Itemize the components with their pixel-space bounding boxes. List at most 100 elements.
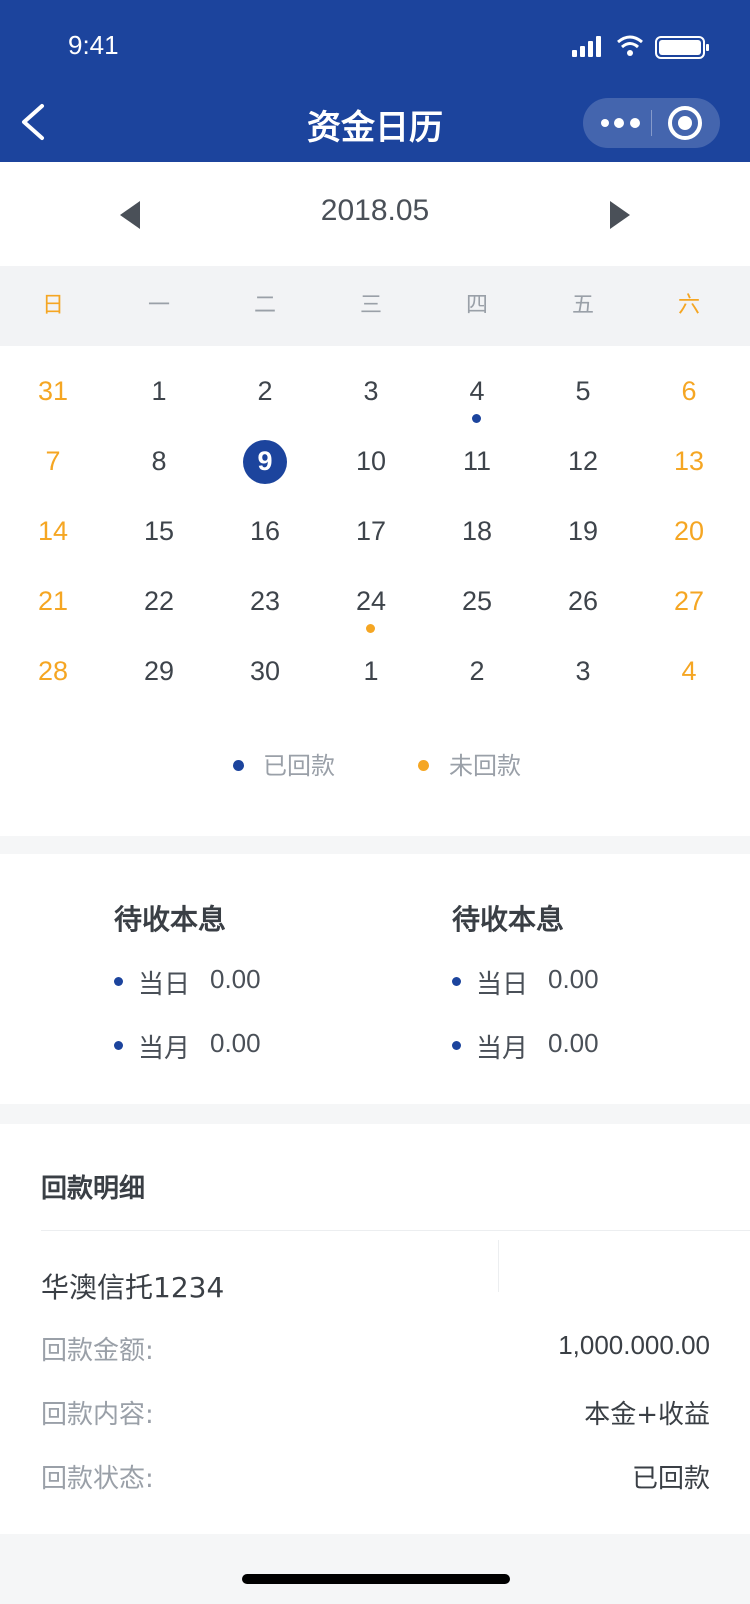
day-number: 31 xyxy=(37,376,69,406)
calendar-day[interactable]: 14 xyxy=(0,496,106,566)
calendar-day[interactable]: 1 xyxy=(106,356,212,426)
calendar-grid: 31 1 2 3 4 5 6 7 8 9 10 11 12 13 14 15 1… xyxy=(0,346,750,836)
divider xyxy=(498,1240,499,1292)
summary-day-label: 当日 xyxy=(476,970,529,1000)
calendar-day[interactable]: 10 xyxy=(318,426,424,496)
calendar-day[interactable]: 2 xyxy=(424,636,530,706)
calendar-day[interactable]: 26 xyxy=(530,566,636,636)
calendar-day[interactable]: 4 xyxy=(636,636,742,706)
summary-day-value: 0.00 xyxy=(210,964,261,994)
day-number: 2 xyxy=(469,656,485,686)
detail-value: 1,000.000.00 xyxy=(558,1330,710,1360)
calendar-day[interactable]: 17 xyxy=(318,496,424,566)
home-indicator[interactable] xyxy=(242,1574,510,1584)
calendar-day[interactable]: 5 xyxy=(530,356,636,426)
detail-label: 回款内容: xyxy=(41,1400,154,1430)
calendar-day[interactable]: 25 xyxy=(424,566,530,636)
summary-title: 待收本息 xyxy=(452,903,565,936)
calendar-day[interactable]: 22 xyxy=(106,566,212,636)
detail-row: 回款内容: 本金+收益 xyxy=(41,1394,710,1434)
day-number: 9 xyxy=(257,446,273,476)
paid-legend-dot xyxy=(233,760,244,771)
divider xyxy=(41,1230,750,1231)
calendar-day[interactable]: 28 xyxy=(0,636,106,706)
calendar-day[interactable]: 20 xyxy=(636,496,742,566)
calendar-day[interactable]: 7 xyxy=(0,426,106,496)
weekday-label: 二 xyxy=(253,293,276,318)
day-number: 1 xyxy=(363,656,379,686)
day-number: 2 xyxy=(257,376,273,406)
calendar-day[interactable]: 4 xyxy=(424,356,530,426)
day-number: 21 xyxy=(37,586,69,616)
next-month-button[interactable] xyxy=(604,198,634,232)
unpaid-legend-label: 未回款 xyxy=(449,752,521,780)
calendar-day[interactable]: 8 xyxy=(106,426,212,496)
day-number: 12 xyxy=(567,446,599,476)
calendar-day[interactable]: 15 xyxy=(106,496,212,566)
day-number: 6 xyxy=(681,376,697,406)
day-number: 15 xyxy=(143,516,175,546)
weekday-header: 日 一 二 三 四 五 六 xyxy=(0,266,750,346)
detail-title: 回款明细 xyxy=(41,1174,146,1204)
status-icons xyxy=(572,32,720,62)
more-button[interactable] xyxy=(597,98,649,148)
day-number: 1 xyxy=(151,376,167,406)
day-number: 24 xyxy=(355,586,387,616)
calendar-day[interactable]: 24 xyxy=(318,566,424,636)
calendar-day[interactable]: 27 xyxy=(636,566,742,636)
calendar-day[interactable]: 13 xyxy=(636,426,742,496)
day-number: 7 xyxy=(45,446,61,476)
unpaid-dot xyxy=(366,624,375,633)
status-time: 9:41 xyxy=(68,30,119,60)
weekday-label: 六 xyxy=(677,293,700,318)
calendar-day[interactable]: 11 xyxy=(424,426,530,496)
repayment-detail: 回款明细 华澳信托1234 回款金额: 1,000.000.00 回款内容: 本… xyxy=(0,1124,750,1534)
calendar-day[interactable]: 31 xyxy=(0,356,106,426)
weekday-label: 日 xyxy=(41,293,64,318)
calendar-day-selected[interactable]: 9 xyxy=(212,426,318,496)
calendar-day[interactable]: 19 xyxy=(530,496,636,566)
day-number: 20 xyxy=(673,516,705,546)
calendar-day[interactable]: 29 xyxy=(106,636,212,706)
day-number: 29 xyxy=(143,656,175,686)
day-number: 28 xyxy=(37,656,69,686)
weekday-label: 五 xyxy=(571,293,594,318)
day-number: 16 xyxy=(249,516,281,546)
close-mini-program-button[interactable] xyxy=(667,105,703,141)
detail-row: 回款状态: 已回款 xyxy=(41,1458,710,1498)
calendar-week: 31 1 2 3 4 5 6 xyxy=(0,356,750,426)
calendar-day[interactable]: 23 xyxy=(212,566,318,636)
day-number: 4 xyxy=(681,656,697,686)
summary-title: 待收本息 xyxy=(114,903,227,936)
bullet-dot xyxy=(452,977,461,986)
summary-month-label: 当月 xyxy=(476,1034,529,1064)
calendar-day[interactable]: 2 xyxy=(212,356,318,426)
bullet-dot xyxy=(452,1041,461,1050)
calendar-day[interactable]: 16 xyxy=(212,496,318,566)
calendar-week: 28 29 30 1 2 3 4 xyxy=(0,636,750,706)
calendar-day[interactable]: 3 xyxy=(530,636,636,706)
more-dots-icon xyxy=(601,118,640,128)
detail-row: 回款金额: 1,000.000.00 xyxy=(41,1330,710,1370)
calendar-day[interactable]: 18 xyxy=(424,496,530,566)
day-number: 4 xyxy=(469,376,485,406)
summary-column: 待收本息 当日 0.00 当月 0.00 xyxy=(114,854,414,1104)
summary-column: 待收本息 当日 0.00 当月 0.00 xyxy=(452,854,750,1104)
summary-month-label: 当月 xyxy=(138,1034,191,1064)
bullet-dot xyxy=(114,1041,123,1050)
calendar-day[interactable]: 21 xyxy=(0,566,106,636)
day-number: 13 xyxy=(673,446,705,476)
calendar-day[interactable]: 12 xyxy=(530,426,636,496)
calendar-day[interactable]: 1 xyxy=(318,636,424,706)
summary-day-value: 0.00 xyxy=(548,964,599,994)
calendar-day[interactable]: 6 xyxy=(636,356,742,426)
calendar-day[interactable]: 3 xyxy=(318,356,424,426)
weekday-label: 一 xyxy=(147,293,170,318)
detail-label: 回款状态: xyxy=(41,1464,154,1494)
calendar-week: 14 15 16 17 18 19 20 xyxy=(0,496,750,566)
day-number: 8 xyxy=(151,446,167,476)
receivable-summary: 待收本息 当日 0.00 当月 0.00 待收本息 当日 0.00 当月 0.0… xyxy=(0,854,750,1104)
calendar-day[interactable]: 30 xyxy=(212,636,318,706)
day-number: 11 xyxy=(462,446,492,476)
capsule-divider xyxy=(651,110,652,136)
